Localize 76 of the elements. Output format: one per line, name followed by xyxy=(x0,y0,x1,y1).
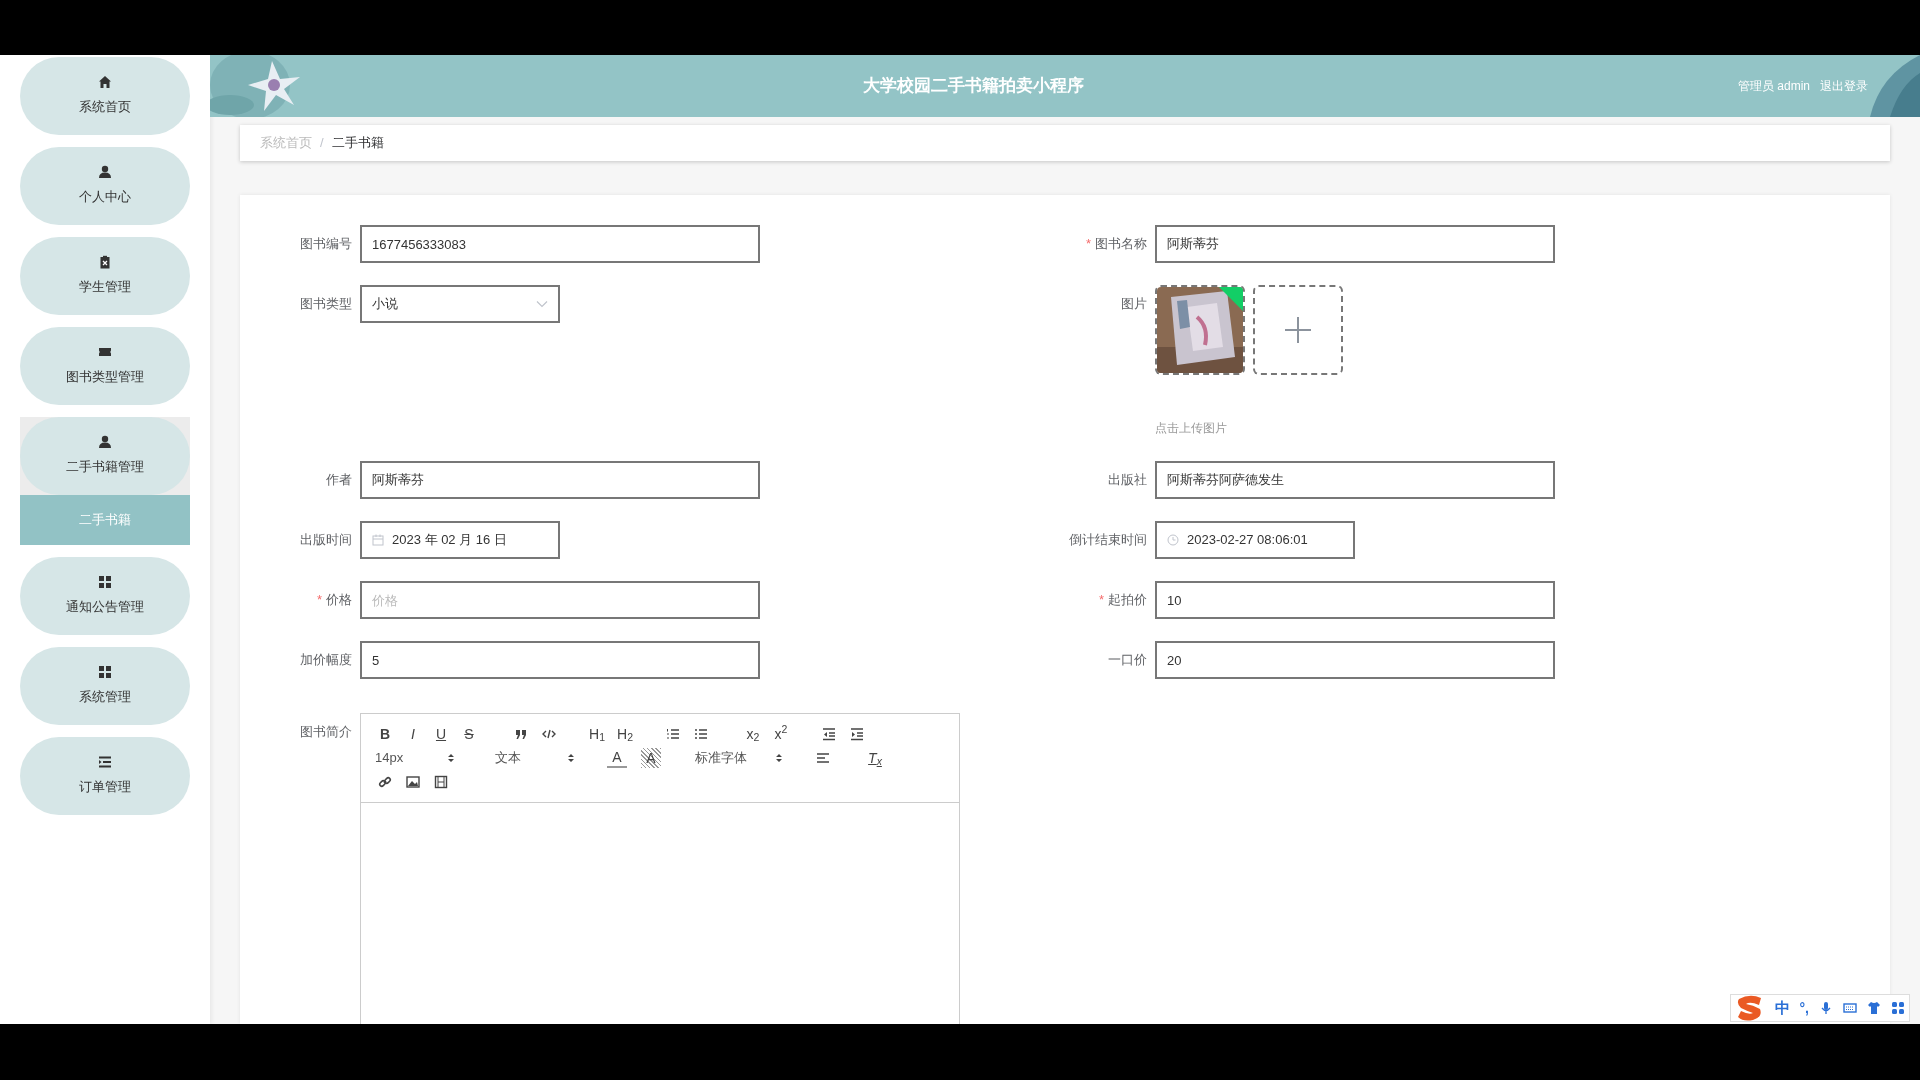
required-mark: * xyxy=(316,591,322,610)
toolbar-button[interactable]: B xyxy=(375,724,395,744)
grid-icon xyxy=(98,665,112,680)
microphone-icon[interactable] xyxy=(1819,1001,1833,1015)
sidebar-item[interactable]: 订单管理 xyxy=(20,737,190,815)
required-mark: * xyxy=(1098,591,1104,610)
date-field[interactable]: 2023 年 02 月 16 日 xyxy=(360,521,560,559)
field-label: 一口价 xyxy=(1108,651,1147,670)
breadcrumb-separator: / xyxy=(320,134,324,153)
toolbar-button[interactable]: A xyxy=(607,748,627,768)
sidebar-item[interactable]: 图书类型管理 xyxy=(20,327,190,405)
sidebar-item[interactable]: 学生管理 xyxy=(20,237,190,315)
punctuation-toggle[interactable]: °, xyxy=(1799,997,1809,1019)
toolbar-select[interactable]: 14px xyxy=(375,748,455,768)
field-label: 起拍价 xyxy=(1108,591,1147,610)
field-label: 出版时间 xyxy=(300,531,352,550)
user-icon xyxy=(98,165,112,180)
upload-hint: 点击上传图片 xyxy=(1155,420,1228,437)
toolbar-button[interactable]: T$_{x}$ xyxy=(865,748,885,768)
upload-success-corner xyxy=(1219,287,1243,311)
sort-arrows-icon xyxy=(567,753,575,763)
field-label: 图书类型 xyxy=(300,295,352,314)
toolbar-select[interactable]: 标准字体 xyxy=(695,748,783,768)
field-label: 价格 xyxy=(326,591,352,610)
sidebar-item[interactable]: 系统管理 xyxy=(20,647,190,725)
input-field[interactable]: 阿斯蒂芬 xyxy=(1155,225,1555,263)
required-mark: * xyxy=(1085,235,1091,254)
user-icon xyxy=(98,435,112,450)
sidebar-item[interactable]: 二手书籍管理 xyxy=(20,417,190,495)
grid-icon[interactable] xyxy=(1891,1001,1905,1015)
sidebar-item[interactable]: 通知公告管理 xyxy=(20,557,190,635)
toolbar-button[interactable]: U xyxy=(431,724,451,744)
sidebar-item[interactable]: 系统首页 xyxy=(20,57,190,135)
keyboard-icon[interactable] xyxy=(1843,1001,1857,1015)
input-field[interactable]: 价格 xyxy=(360,581,760,619)
home-icon xyxy=(98,75,112,90)
toolbar-button[interactable]: H$_{2}$ xyxy=(615,724,635,744)
field-label: 加价幅度 xyxy=(300,651,352,670)
toolbar-select[interactable]: 文本 xyxy=(495,748,575,768)
list-icon xyxy=(98,755,112,770)
input-field[interactable]: 5 xyxy=(360,641,760,679)
sidebar-item[interactable]: 个人中心 xyxy=(20,147,190,225)
plus-icon xyxy=(1284,316,1312,344)
input-field[interactable]: 阿斯蒂芬 xyxy=(360,461,760,499)
grid-icon xyxy=(98,575,112,590)
input-language-toggle[interactable]: 中 xyxy=(1774,996,1790,1020)
toolbar-button[interactable]: I xyxy=(403,724,423,744)
sort-arrows-icon xyxy=(775,753,783,763)
input-field[interactable]: 1677456333083 xyxy=(360,225,760,263)
field-label: 图书名称 xyxy=(1095,235,1147,254)
field-label: 图片 xyxy=(1121,295,1147,314)
app-title: 大学校园二手书籍拍卖小程序 xyxy=(862,75,1086,98)
clipboard-icon xyxy=(98,255,112,270)
user-label: 管理员 admin xyxy=(1737,78,1810,95)
sort-arrows-icon xyxy=(447,753,455,763)
field-label: 出版社 xyxy=(1108,471,1147,490)
calendar-icon xyxy=(372,534,384,546)
datetime-field[interactable]: 2023-02-27 08:06:01 xyxy=(1155,521,1355,559)
toolbar-button[interactable]: x$_{2}$ xyxy=(743,724,763,744)
toolbar-button[interactable]: A xyxy=(641,748,661,768)
clock-icon xyxy=(1167,534,1179,546)
input-field[interactable]: 阿斯蒂芬阿萨德发生 xyxy=(1155,461,1555,499)
field-label: 倒计结束时间 xyxy=(1069,531,1147,550)
field-label: 图书编号 xyxy=(300,235,352,254)
field-label: 图书简介 xyxy=(300,723,352,742)
toolbar-button[interactable]: x$^{2}$ xyxy=(771,724,791,744)
rich-text-editor[interactable]: B I U S H$_{1}$ H$_{2}$ x$_{2}$ x$^{2}$ 14px 文本 A A 标准字体 T$_{x}$ xyxy=(360,713,960,1024)
input-field[interactable]: 10 xyxy=(1155,581,1555,619)
field-label: 作者 xyxy=(326,471,352,490)
select-field[interactable]: 小说 xyxy=(360,285,560,323)
chevron-down-icon xyxy=(536,300,548,308)
toolbar-button[interactable]: S xyxy=(459,724,479,744)
upload-button[interactable] xyxy=(1253,285,1343,375)
toolbar-button[interactable]: H$_{1}$ xyxy=(587,724,607,744)
input-field[interactable]: 20 xyxy=(1155,641,1555,679)
shirt-icon[interactable] xyxy=(1867,1001,1881,1015)
